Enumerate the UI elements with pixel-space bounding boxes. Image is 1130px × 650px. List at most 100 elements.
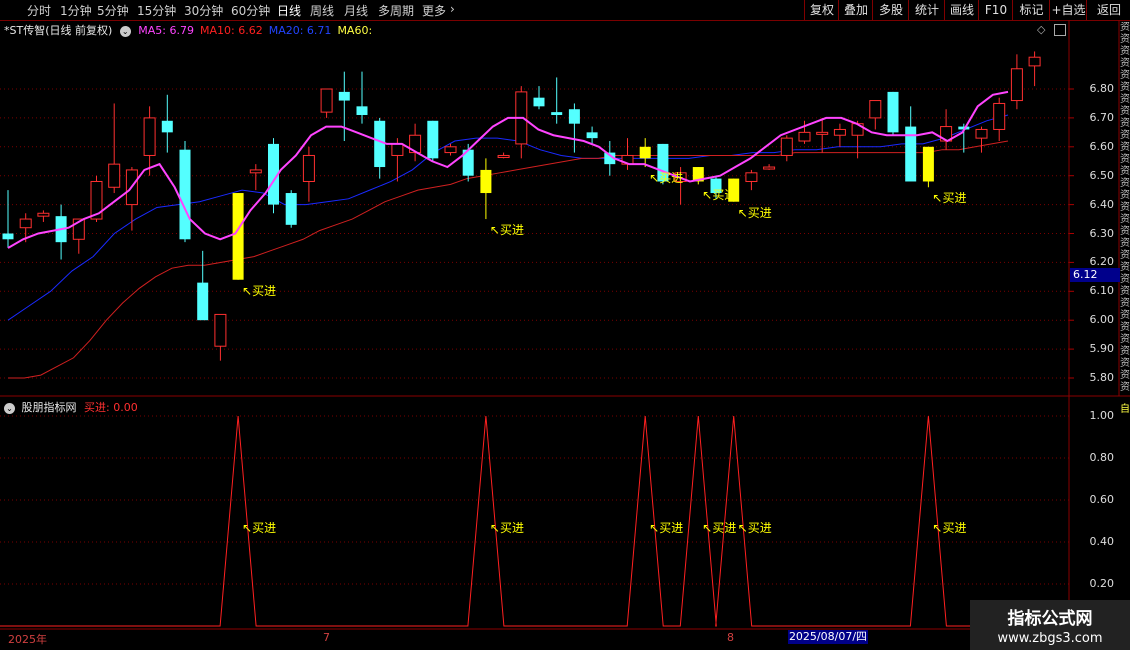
current-price-tag: 6.12 xyxy=(1070,268,1120,282)
candle xyxy=(320,88,333,118)
candle-body xyxy=(108,163,121,188)
candle xyxy=(197,250,209,321)
indicator-buy-label: ↖买进 xyxy=(702,521,737,535)
candle-body xyxy=(374,120,386,168)
candle xyxy=(816,117,829,153)
candle xyxy=(249,164,262,191)
candle-body xyxy=(586,132,598,139)
ma10-line xyxy=(8,140,1009,379)
candle-body xyxy=(338,91,350,101)
price-axis-label: 6.10 xyxy=(1089,284,1115,298)
indicator-buy-label: ↖买进 xyxy=(489,521,524,535)
candle-body xyxy=(179,149,191,240)
indicator-axis-label: 1.00 xyxy=(1089,409,1115,422)
candle xyxy=(621,138,634,170)
candle xyxy=(2,190,14,248)
candle-body xyxy=(922,146,934,182)
candle-body xyxy=(143,117,156,156)
price-axis-label: 6.60 xyxy=(1089,139,1115,153)
candle xyxy=(1010,54,1023,110)
candle xyxy=(551,77,563,124)
candle xyxy=(179,141,191,243)
candle xyxy=(1028,51,1041,87)
candle-body xyxy=(497,154,510,158)
indicator-axis-label: 0.60 xyxy=(1089,493,1115,506)
candle xyxy=(214,313,227,361)
indicator-axis-label: 0.40 xyxy=(1089,535,1115,548)
candle-body xyxy=(37,212,50,217)
ma10-path xyxy=(8,140,1009,379)
indicator-axis-label: 0.80 xyxy=(1089,451,1115,464)
candle-body xyxy=(2,233,14,240)
indicator-buy-label: ↖买进 xyxy=(649,521,684,535)
candle-body xyxy=(1010,68,1023,102)
candle xyxy=(480,158,492,220)
stock-chart[interactable] xyxy=(0,0,1130,650)
candle xyxy=(356,71,368,124)
candle xyxy=(586,126,598,144)
candle-body xyxy=(444,146,457,154)
candle-body xyxy=(19,218,32,229)
buy-signal-label: ↖买进 xyxy=(242,283,277,298)
candle-body xyxy=(887,91,899,133)
candle-body xyxy=(533,97,545,107)
buy-signal-label: ↖买进 xyxy=(932,191,967,206)
indicator-dropdown-icon[interactable]: ⌄ xyxy=(4,403,15,414)
candle xyxy=(568,103,580,153)
buy-signal-label: ↖买进 xyxy=(649,171,684,186)
candle-body xyxy=(197,282,209,321)
buy-signal-label: ↖买进 xyxy=(737,205,772,220)
right-edge-text: 资资资资资资资资资资资资资资资资资资资资资资资资资资资资资资资 xyxy=(1120,22,1130,393)
candle xyxy=(161,94,173,153)
signal-line xyxy=(0,415,1069,627)
price-axis-label: 6.40 xyxy=(1089,197,1115,211)
candle xyxy=(55,204,67,260)
crosshair-date: 2025/08/07/四 xyxy=(788,630,868,644)
candle-body xyxy=(161,120,173,133)
price-axis-label: 6.70 xyxy=(1089,110,1115,124)
date-label-year: 2025年 xyxy=(8,633,47,646)
candle xyxy=(922,146,934,188)
watermark: 指标公式网 www.zbgs3.com xyxy=(970,600,1130,650)
price-axis-label: 6.80 xyxy=(1089,82,1115,95)
candle-body xyxy=(869,100,882,119)
candle xyxy=(497,152,510,159)
candle-body xyxy=(993,102,1006,130)
candle xyxy=(833,123,846,147)
price-axis-label: 5.80 xyxy=(1089,371,1115,384)
candle-body xyxy=(214,313,227,347)
candle-body xyxy=(568,109,580,124)
candle-body xyxy=(763,166,776,170)
candle xyxy=(374,117,386,179)
candle xyxy=(232,193,244,280)
price-axis-label: 5.90 xyxy=(1089,342,1115,356)
candle-body xyxy=(480,169,492,194)
indicator-title[interactable]: 股朋指标网 xyxy=(22,401,77,414)
candle-body xyxy=(816,131,829,135)
indicator-buy-label: ↖买进 xyxy=(737,521,772,535)
candle-body xyxy=(780,137,793,156)
candle-body xyxy=(285,193,297,225)
candle-body xyxy=(975,128,988,139)
candle-body xyxy=(356,106,368,116)
candle xyxy=(887,91,899,136)
indicator-buy-label: ↖买进 xyxy=(242,521,277,535)
candle xyxy=(975,126,988,153)
date-label-month-7: 7 xyxy=(323,631,330,644)
candle-body xyxy=(427,120,439,159)
candle-body xyxy=(249,169,262,174)
candle xyxy=(108,103,121,194)
price-axis-label: 6.20 xyxy=(1089,255,1115,269)
candle xyxy=(763,164,776,170)
price-axis-label: 6.00 xyxy=(1089,313,1115,327)
candle-body xyxy=(745,172,758,182)
watermark-url: www.zbgs3.com xyxy=(997,631,1103,646)
buy-signal-label: ↖买进 xyxy=(489,223,524,238)
candle xyxy=(515,86,528,159)
candle xyxy=(692,167,704,185)
candle xyxy=(940,109,953,150)
indicator-edge-text: 自 xyxy=(1120,404,1130,415)
candle-body xyxy=(320,88,333,113)
candle xyxy=(285,190,297,228)
candle xyxy=(302,146,315,202)
